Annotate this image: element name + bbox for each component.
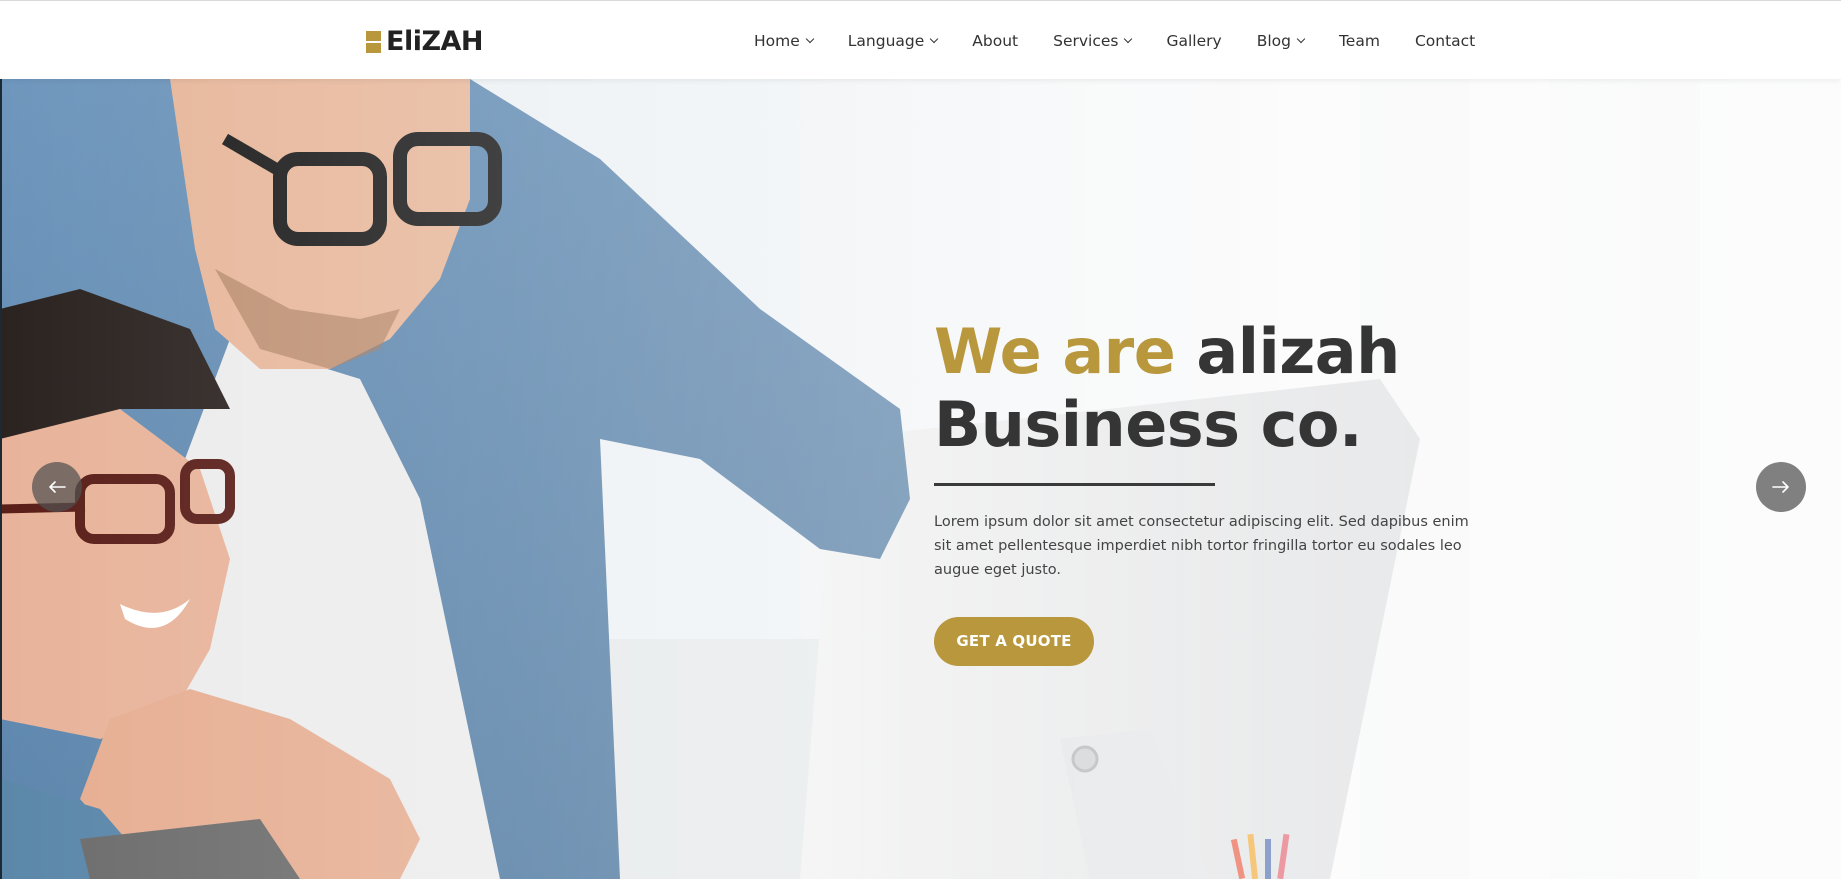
hero-background-image: [0, 79, 1841, 879]
hero-slider: We are alizah Business co. Lorem ipsum d…: [0, 79, 1841, 879]
nav-item-label: Language: [847, 31, 925, 50]
arrow-right-icon: [1772, 481, 1789, 493]
logo-mark-icon: [366, 29, 381, 53]
nav-item-gallery[interactable]: Gallery: [1166, 32, 1221, 50]
chevron-down-icon: [1296, 34, 1306, 43]
nav-item-about[interactable]: About: [972, 32, 1018, 50]
slider-prev-button[interactable]: [32, 462, 82, 512]
main-nav: Home Language About Services Gallery Blo…: [754, 1, 1475, 80]
slider-next-button[interactable]: [1756, 462, 1806, 512]
nav-item-label: Contact: [1414, 31, 1476, 50]
nav-item-language[interactable]: Language: [847, 31, 939, 50]
chevron-down-icon: [930, 34, 939, 43]
hero-title-accent: We are: [934, 315, 1176, 388]
site-header: EliZAH Home Language About Services Gall…: [0, 0, 1841, 79]
nav-item-label: Home: [754, 31, 800, 50]
chevron-down-icon: [805, 34, 815, 43]
nav-item-label: Blog: [1256, 31, 1291, 50]
hero-content: We are alizah Business co. Lorem ipsum d…: [934, 315, 1494, 666]
hero-divider: [934, 483, 1215, 486]
nav-item-label: Gallery: [1166, 31, 1222, 50]
site-logo[interactable]: EliZAH: [366, 23, 484, 59]
nav-item-blog[interactable]: Blog: [1256, 31, 1306, 50]
arrow-left-icon: [49, 481, 66, 493]
nav-item-services[interactable]: Services: [1053, 31, 1133, 50]
hero-title: We are alizah Business co.: [934, 315, 1494, 461]
hero-title-rest: alizah: [1196, 315, 1400, 388]
nav-item-label: About: [972, 31, 1019, 50]
logo-text: EliZAH: [386, 25, 484, 57]
hero-title-line2: Business co.: [934, 388, 1363, 461]
hero-edge-divider: [0, 79, 2, 879]
nav-item-home[interactable]: Home: [754, 31, 815, 50]
chevron-down-icon: [1124, 34, 1133, 43]
get-quote-button[interactable]: GET A QUOTE: [934, 617, 1094, 666]
nav-item-contact[interactable]: Contact: [1415, 32, 1475, 50]
nav-item-team[interactable]: Team: [1339, 32, 1380, 50]
nav-item-label: Team: [1338, 31, 1380, 50]
hero-description: Lorem ipsum dolor sit amet consectetur a…: [934, 514, 1469, 578]
nav-item-label: Services: [1053, 31, 1119, 50]
